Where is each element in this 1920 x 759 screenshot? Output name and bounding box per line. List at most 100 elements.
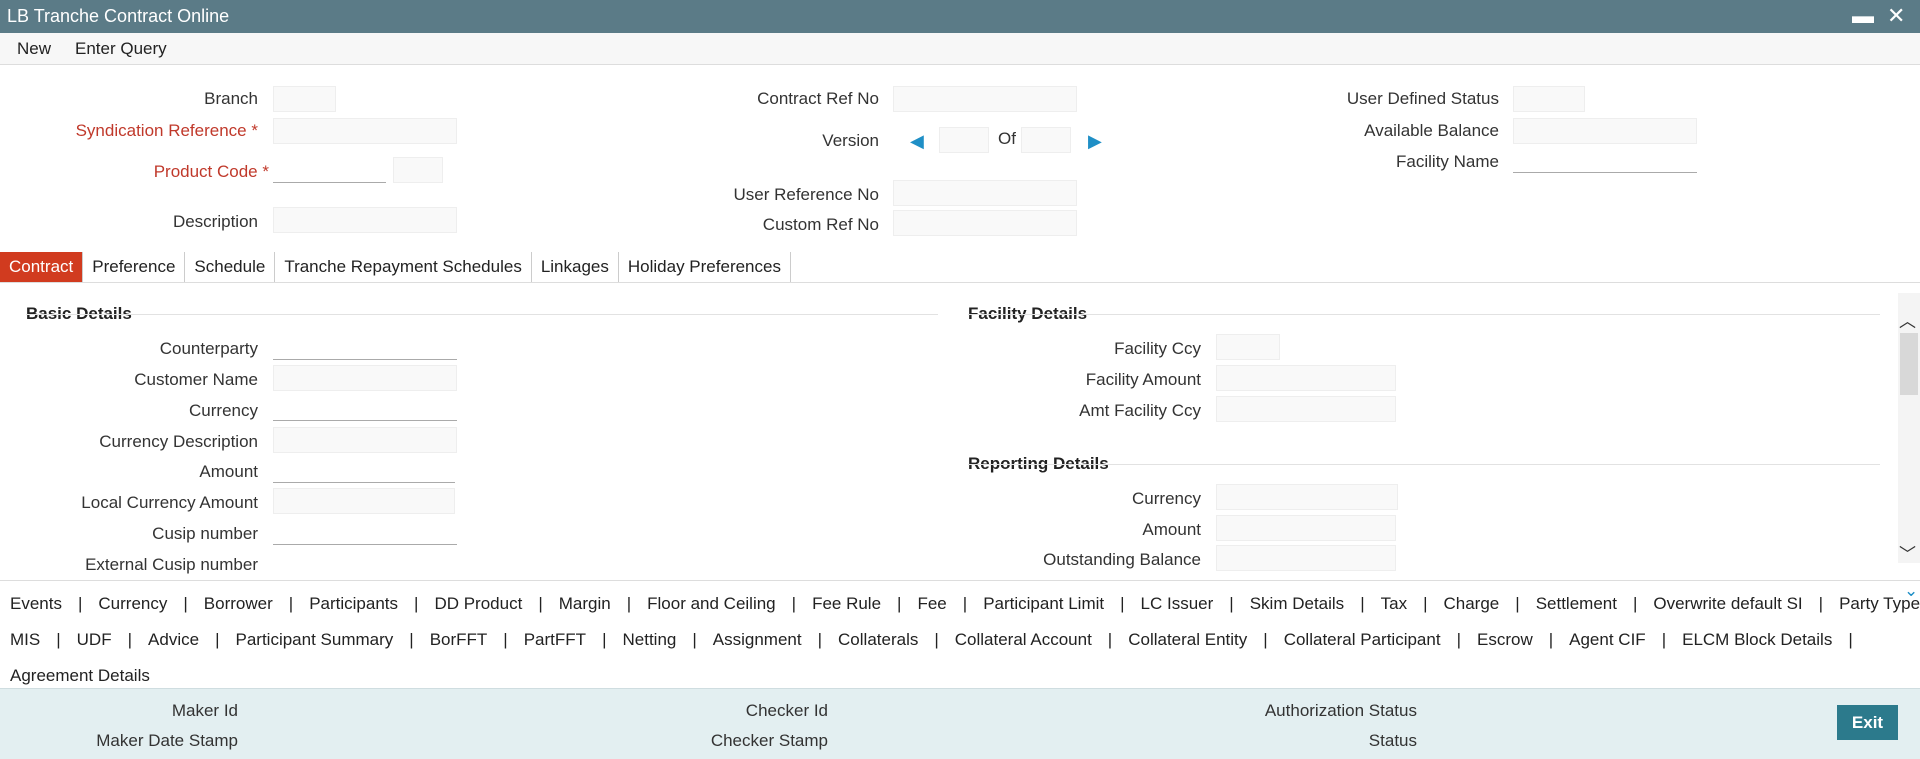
basic-details-rule (26, 314, 938, 315)
description-field[interactable] (273, 207, 457, 233)
required-marker: * (262, 162, 269, 181)
sublink-participant-summary[interactable]: Participant Summary (235, 630, 393, 650)
scroll-down-icon[interactable]: ﹀ (1899, 540, 1916, 565)
sublink-margin[interactable]: Margin (559, 594, 611, 614)
tab-contract[interactable]: Contract (0, 252, 84, 282)
sublink-agent-cif[interactable]: Agent CIF (1569, 630, 1646, 650)
sublink-collateral-entity[interactable]: Collateral Entity (1128, 630, 1247, 650)
scroll-up-icon[interactable]: ︿ (1899, 307, 1916, 332)
link-separator: | (1818, 594, 1824, 613)
cusip-number-field[interactable] (273, 519, 457, 545)
reporting-amount-field[interactable] (1216, 515, 1396, 541)
sublink-participant-limit[interactable]: Participant Limit (983, 594, 1104, 614)
link-separator: | (215, 630, 220, 649)
currency-label: Currency (189, 401, 258, 420)
external-cusip-number-label: External Cusip number (85, 555, 258, 574)
sublink-fee-rule[interactable]: Fee Rule (812, 594, 881, 614)
sublink-fee[interactable]: Fee (917, 594, 946, 614)
counterparty-label: Counterparty (159, 339, 258, 358)
currency-field[interactable] (273, 395, 457, 421)
sublink-udf[interactable]: UDF (77, 630, 112, 650)
sublink-partfft[interactable]: PartFFT (524, 630, 586, 650)
link-separator: | (127, 630, 133, 649)
facility-amount-field[interactable] (1216, 365, 1396, 391)
user-reference-field[interactable] (893, 180, 1077, 206)
next-version-icon[interactable]: ▶ (1088, 131, 1102, 152)
version-total-field[interactable] (1021, 127, 1071, 153)
subsystem-links-row-2: MIS | UDF | Advice | Participant Summary | BorFF… (10, 630, 1869, 650)
amount-label: Amount (199, 462, 258, 481)
sublink-skim-details[interactable]: Skim Details (1250, 594, 1344, 614)
sublink-collateral-account[interactable]: Collateral Account (955, 630, 1092, 650)
checker-id-label: Checker Id (745, 701, 828, 720)
outstanding-balance-field[interactable] (1216, 545, 1396, 571)
available-balance-field[interactable] (1513, 118, 1697, 144)
sublink-settlement[interactable]: Settlement (1536, 594, 1617, 614)
branch-field[interactable] (273, 86, 336, 112)
link-separator: | (503, 630, 508, 649)
facility-details-rule (968, 314, 1880, 315)
tab-preference[interactable]: Preference (83, 252, 186, 282)
tab-tranche-repayment-schedules[interactable]: Tranche Repayment Schedules (275, 252, 532, 282)
amount-field[interactable] (273, 457, 455, 483)
facility-ccy-field[interactable] (1216, 334, 1280, 360)
sublink-events[interactable]: Events (10, 594, 62, 614)
sublink-borfft[interactable]: BorFFT (430, 630, 488, 650)
sublink-assignment[interactable]: Assignment (713, 630, 802, 650)
sublink-collateral-participant[interactable]: Collateral Participant (1284, 630, 1441, 650)
audit-footer: Maker Id Maker Date Stamp Checker Id Che… (0, 688, 1920, 759)
sublink-lc-issuer[interactable]: LC Issuer (1141, 594, 1214, 614)
sublink-floor-and-ceiling[interactable]: Floor and Ceiling (647, 594, 776, 614)
user-defined-status-field[interactable] (1513, 86, 1585, 112)
syndication-reference-field[interactable] (273, 118, 457, 144)
sublink-escrow[interactable]: Escrow (1477, 630, 1533, 650)
version-current-field[interactable] (939, 127, 989, 153)
sublink-overwrite-default-si[interactable]: Overwrite default SI (1653, 594, 1802, 614)
enter-query-button[interactable]: Enter Query (75, 39, 167, 59)
reporting-currency-field[interactable] (1216, 484, 1398, 510)
subsystem-links-row-1: Events | Currency | Borrower | Participants | DD… (10, 594, 1920, 614)
expand-links-icon[interactable]: ⌄ (1904, 581, 1918, 601)
link-separator: | (962, 594, 968, 613)
tab-schedule[interactable]: Schedule (185, 252, 276, 282)
sublink-borrower[interactable]: Borrower (204, 594, 273, 614)
sublink-mis[interactable]: MIS (10, 630, 40, 650)
minimize-icon[interactable]: ▬ (1852, 3, 1874, 29)
scrollbar-thumb[interactable] (1900, 333, 1918, 395)
previous-version-icon[interactable]: ◀ (910, 131, 924, 152)
sublink-collaterals[interactable]: Collaterals (838, 630, 918, 650)
product-description-short-field[interactable] (393, 157, 443, 183)
sublink-tax[interactable]: Tax (1381, 594, 1407, 614)
facility-name-field[interactable] (1513, 147, 1697, 173)
new-button[interactable]: New (17, 39, 51, 59)
tab-linkages[interactable]: Linkages (532, 252, 619, 282)
user-reference-label: User Reference No (733, 185, 879, 204)
sublink-participants[interactable]: Participants (309, 594, 398, 614)
link-separator: | (1423, 594, 1428, 613)
customer-name-field[interactable] (273, 365, 457, 391)
close-icon[interactable]: ✕ (1887, 3, 1905, 29)
link-separator: | (414, 594, 419, 613)
outstanding-balance-label: Outstanding Balance (1043, 550, 1201, 569)
sublink-charge[interactable]: Charge (1444, 594, 1500, 614)
sublink-dd-product[interactable]: DD Product (434, 594, 522, 614)
sublink-elcm-block-details[interactable]: ELCM Block Details (1682, 630, 1832, 650)
contract-ref-field[interactable] (893, 86, 1077, 112)
currency-description-field[interactable] (273, 427, 457, 453)
counterparty-field[interactable] (273, 334, 457, 360)
maker-date-stamp-label: Maker Date Stamp (96, 731, 238, 750)
window-titlebar: LB Tranche Contract Online ▬ ✕ (0, 0, 1920, 33)
sublink-netting[interactable]: Netting (622, 630, 676, 650)
custom-ref-field[interactable] (893, 210, 1077, 236)
link-separator: | (692, 630, 697, 649)
tab-holiday-preferences[interactable]: Holiday Preferences (619, 252, 791, 282)
product-code-field[interactable] (273, 157, 386, 183)
amt-facility-ccy-field[interactable] (1216, 396, 1396, 422)
sublink-currency[interactable]: Currency (98, 594, 167, 614)
exit-button[interactable]: Exit (1837, 705, 1898, 740)
local-currency-amount-field[interactable] (273, 488, 455, 514)
sublink-advice[interactable]: Advice (148, 630, 199, 650)
toolbar: New Enter Query (0, 33, 1920, 65)
sublink-agreement-details[interactable]: Agreement Details (10, 666, 150, 686)
authorization-status-label: Authorization Status (1264, 701, 1417, 720)
